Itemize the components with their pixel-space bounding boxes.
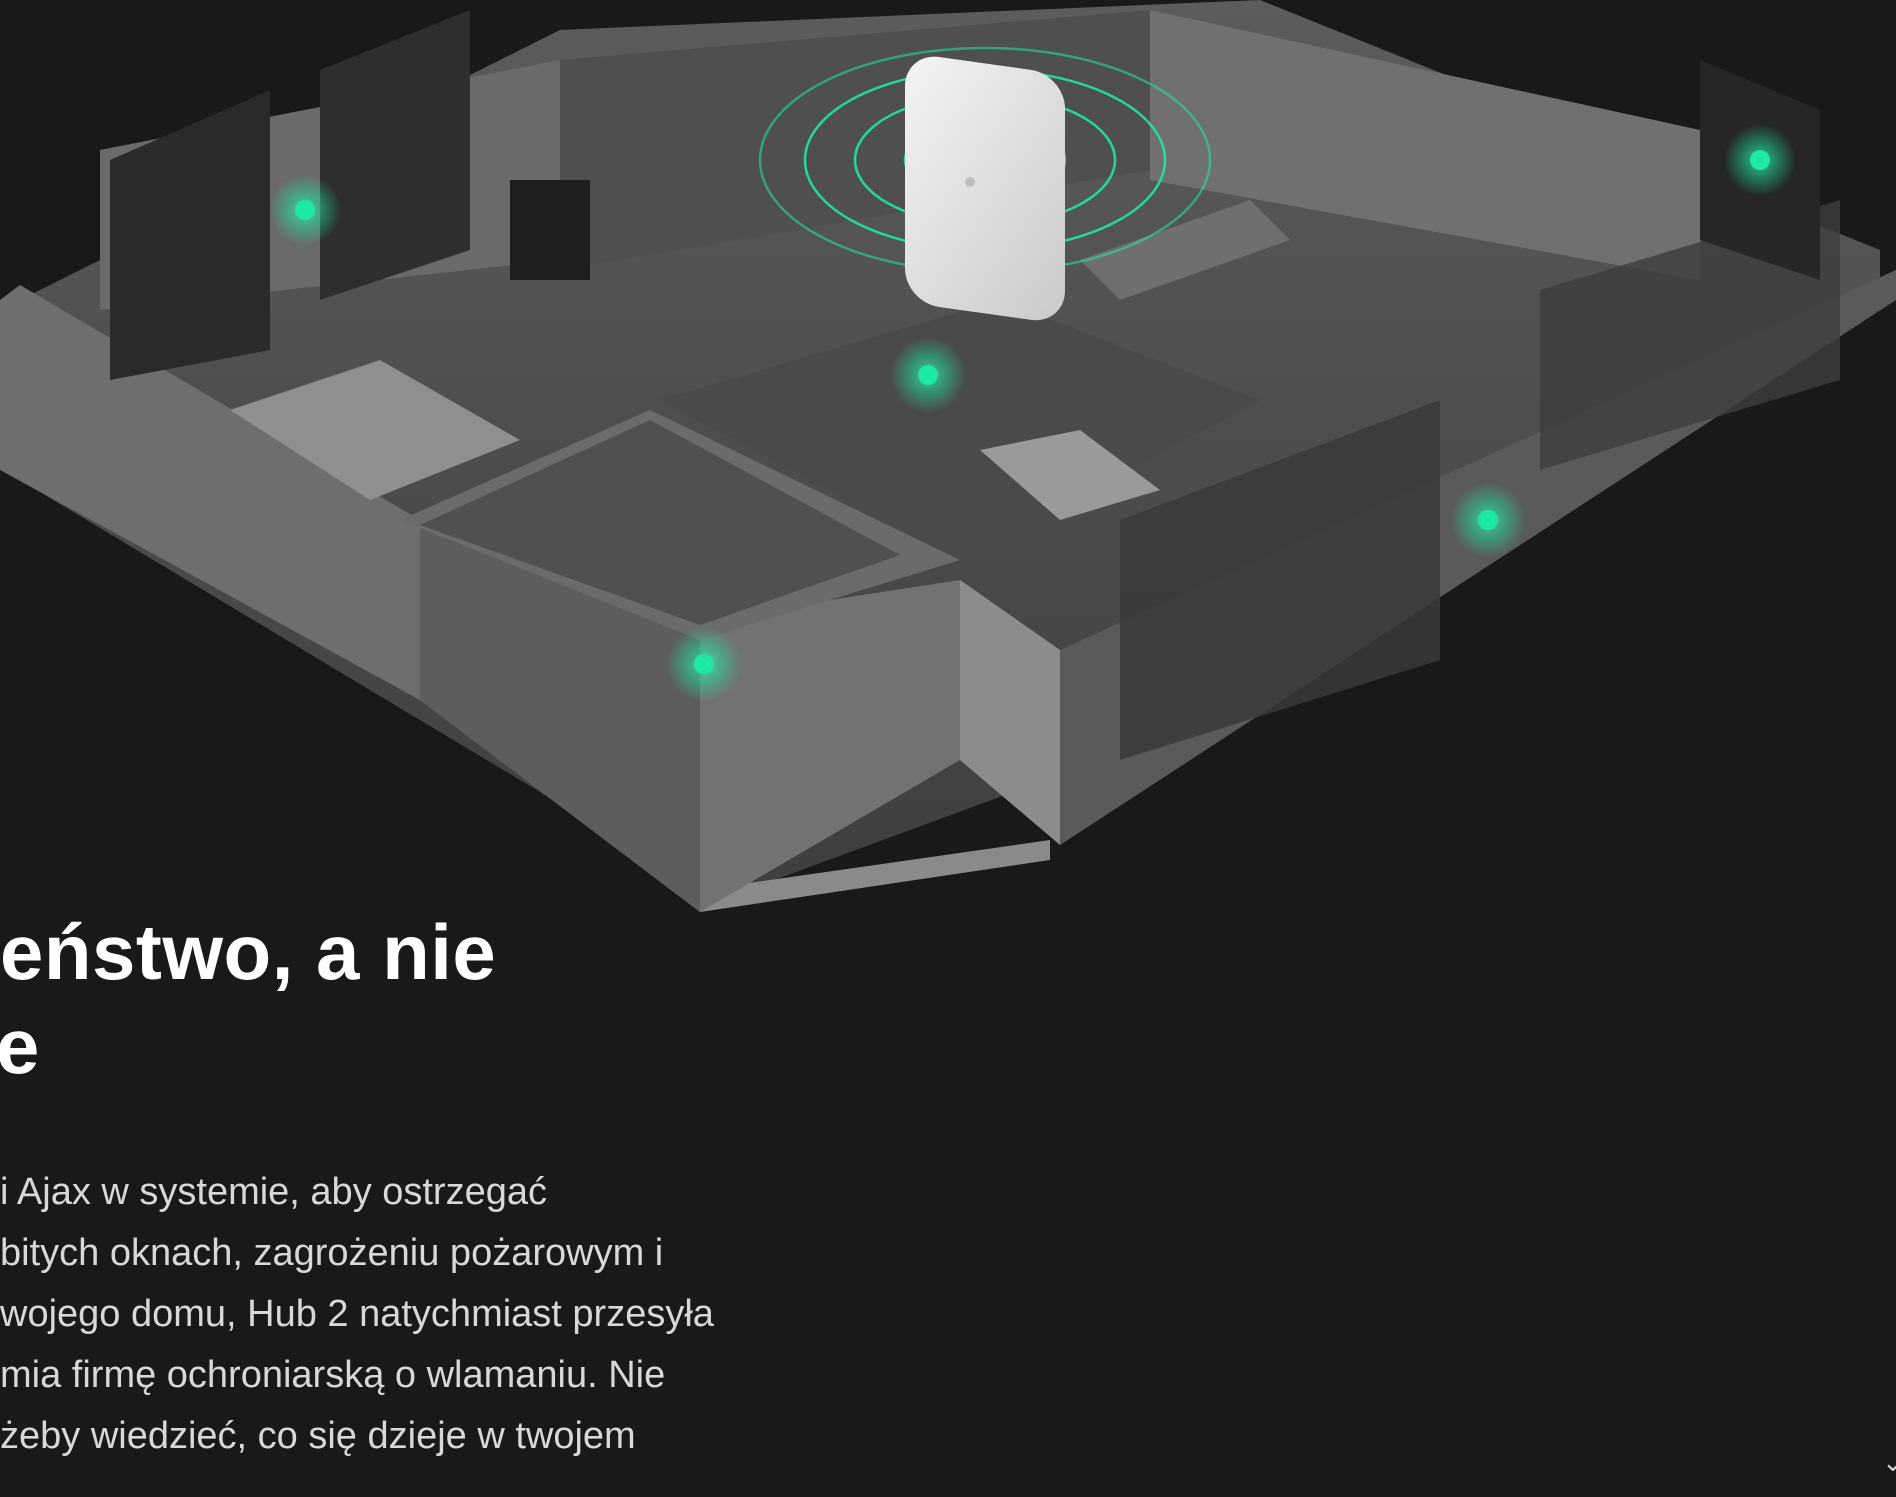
page: eństwo, a nie e i Ajax w systemie, aby o… [0, 0, 1896, 1497]
sensor-signal-icon [1724, 124, 1796, 196]
chevron-down-icon[interactable]: ⌄ [1882, 1452, 1896, 1472]
section-headline: eństwo, a nie e [0, 905, 496, 1093]
safe-box [510, 180, 590, 280]
headline-line-1: eństwo, a nie [0, 908, 497, 996]
description-line: bitych oknach, zagrożeniu pożarowym i [0, 1232, 664, 1274]
description-line: i Ajax w systemie, aby ostrzegać [0, 1171, 547, 1213]
hub-device-icon [905, 56, 1065, 321]
window-left-2 [320, 10, 470, 300]
headline-line-2: e [0, 1002, 40, 1090]
section-description: i Ajax w systemie, aby ostrzegać bitych … [0, 1162, 714, 1467]
sensor-signal-icon [666, 626, 742, 702]
window-left [110, 90, 270, 380]
description-line: mia firmę ochroniarską o wlamaniu. Nie [0, 1354, 666, 1396]
sensor-signal-icon [890, 337, 966, 413]
description-line: wojego domu, Hub 2 natychmiast przesyła [0, 1293, 714, 1335]
sensor-signal-icon [269, 174, 341, 246]
description-line: żeby wiedzieć, co się dzieje w twojem [0, 1415, 636, 1457]
sensor-signal-icon [1450, 482, 1526, 558]
apartment-illustration [0, 0, 1896, 912]
